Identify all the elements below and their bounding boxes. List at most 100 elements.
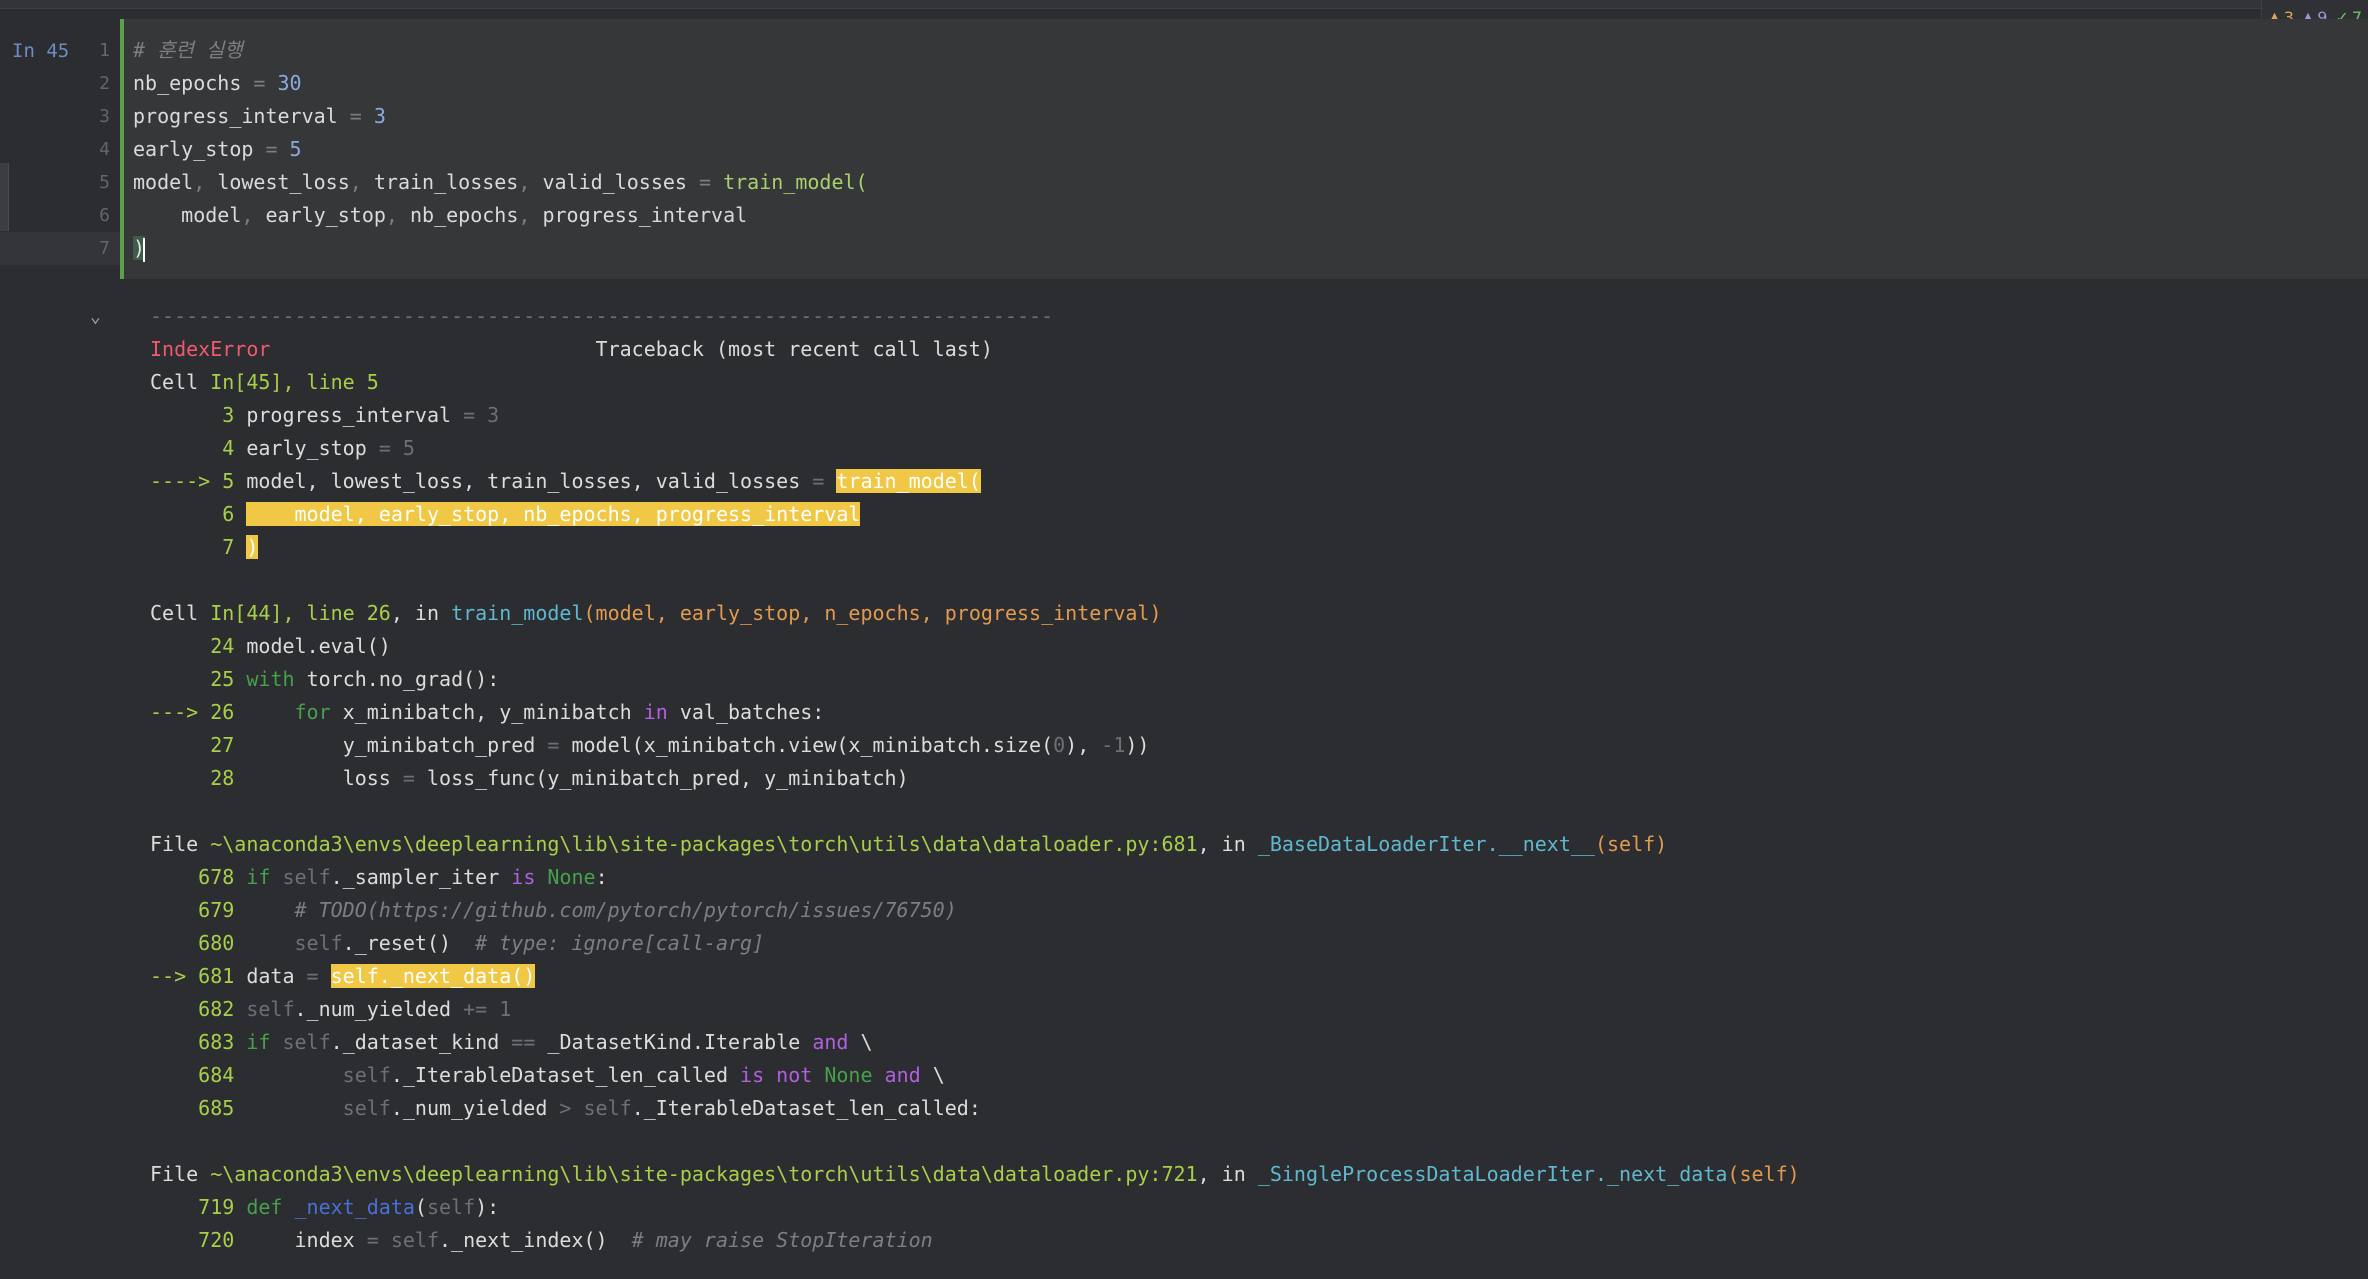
line-no: 685: [198, 1096, 235, 1120]
code: self: [571, 1096, 632, 1120]
arg: early_stop: [265, 203, 386, 227]
number-literal: 30: [277, 71, 302, 95]
code: ._num_yielded: [390, 1096, 560, 1120]
frame-prefix: Cell: [150, 601, 211, 625]
code-line-1[interactable]: # 훈련 실행: [133, 34, 243, 67]
line-no: 3: [222, 403, 235, 427]
code: self: [246, 1063, 391, 1087]
keyword: None: [535, 865, 596, 889]
highlighted-code: self._next_data(): [330, 964, 536, 988]
code: ):: [475, 1195, 500, 1219]
code: )): [1125, 733, 1150, 757]
code: _DatasetKind.Iterable: [535, 1030, 813, 1054]
line-no: 720: [198, 1228, 235, 1252]
highlighted-code: train_model(: [836, 469, 981, 493]
code-cell-editor[interactable]: [120, 19, 2368, 279]
highlighted-code: model, early_stop, nb_epochs, progress_i…: [246, 502, 861, 526]
collapse-output-chevron-icon[interactable]: ⌄: [90, 306, 101, 327]
line-no: 24: [210, 634, 235, 658]
line-no: 4: [222, 436, 235, 460]
code-comment: # type: ignore[call-arg]: [475, 931, 765, 955]
frame-location[interactable]: In[44], line 26: [210, 601, 391, 625]
keyword: is not: [740, 1063, 813, 1087]
code: =: [390, 766, 427, 790]
code: self: [246, 1096, 391, 1120]
error-arrow: --> 681: [150, 964, 235, 988]
frame-3-line: 682 self._num_yielded += 1: [150, 993, 511, 1026]
frame-in: , in: [390, 601, 452, 625]
keyword: and: [872, 1063, 921, 1087]
frame-function: _SingleProcessDataLoaderIter._next_data: [1257, 1162, 1728, 1186]
frame-1-line: 4 early_stop = 5: [150, 432, 415, 465]
code: index: [246, 1228, 355, 1252]
error-arrow: ---> 26: [150, 700, 235, 724]
code-line-4[interactable]: early_stop = 5: [133, 133, 302, 166]
frame-3-line: 678 if self._sampler_iter is None:: [150, 861, 607, 894]
frame-4-header: File ~\anaconda3\envs\deeplearning\lib\s…: [150, 1158, 1800, 1191]
code: =: [354, 1228, 391, 1252]
var-name: nb_epochs: [133, 71, 242, 95]
code: self: [390, 1228, 440, 1252]
code: data: [246, 964, 295, 988]
frame-2-header: Cell In[44], line 26, in train_model(mod…: [150, 597, 1161, 630]
code-comment: # 훈련 실행: [133, 38, 243, 62]
code-line-6[interactable]: model, early_stop, nb_epochs, progress_i…: [133, 199, 747, 232]
code: model(x_minibatch.view(x_minibatch.size(: [571, 733, 1054, 757]
text-cursor: [143, 237, 146, 262]
separator: ,: [518, 170, 543, 194]
code: model, lowest_loss, train_losses, valid_…: [246, 469, 801, 493]
frame-file-path[interactable]: ~\anaconda3\envs\deeplearning\lib\site-p…: [210, 1162, 1197, 1186]
traceback-header: IndexError Traceback (most recent call l…: [150, 333, 993, 366]
code: -1: [1101, 733, 1126, 757]
frame-args: (model, early_stop, n_epochs, progress_i…: [583, 601, 1162, 625]
code: self: [246, 931, 343, 955]
traceback-dashes: ----------------------------------------…: [150, 304, 1054, 328]
code-line-3[interactable]: progress_interval = 3: [133, 100, 386, 133]
function-call: train_model(: [723, 170, 868, 194]
code: ._IterableDataset_len_called:: [631, 1096, 981, 1120]
frame-3-error-line: --> 681 data = self._next_data(): [150, 960, 536, 993]
keyword: def: [246, 1195, 283, 1219]
line-no: 6: [222, 502, 235, 526]
code: =: [535, 733, 572, 757]
code: ._dataset_kind: [330, 1030, 512, 1054]
frame-location[interactable]: In[45], line 5: [210, 370, 379, 394]
code: loss: [246, 766, 391, 790]
highlighted-code: ): [246, 535, 259, 559]
line-number: 5: [99, 172, 110, 193]
var-name: train_losses: [373, 170, 519, 194]
line-no: 28: [210, 766, 235, 790]
code: += 1: [463, 997, 512, 1021]
frame-prefix: Cell: [150, 370, 211, 394]
code: ._IterableDataset_len_called: [390, 1063, 741, 1087]
frame-file-path[interactable]: ~\anaconda3\envs\deeplearning\lib\site-p…: [210, 832, 1197, 856]
code: (: [414, 1195, 427, 1219]
frame-4-line: 720 index = self._next_index() # may rai…: [150, 1224, 933, 1257]
code: = 3: [451, 403, 500, 427]
keyword: is: [511, 865, 536, 889]
frame-2-error-line: ---> 26 for x_minibatch, y_minibatch in …: [150, 696, 824, 729]
editor-top-bar: [0, 0, 2368, 9]
line-no: 719: [198, 1195, 235, 1219]
number-literal: 5: [289, 137, 302, 161]
keyword: in: [643, 700, 668, 724]
number-literal: 3: [373, 104, 386, 128]
keyword: if: [246, 1030, 271, 1054]
frame-1-line: 6 model, early_stop, nb_epochs, progress…: [150, 498, 861, 531]
frame-prefix: File: [150, 832, 211, 856]
frame-1-line: 7 ): [150, 531, 259, 564]
line-number: 3: [99, 106, 110, 127]
frame-3-header: File ~\anaconda3\envs\deeplearning\lib\s…: [150, 828, 1667, 861]
code-line-7[interactable]: ): [133, 232, 146, 265]
separator: ,: [241, 203, 266, 227]
error-name: IndexError: [150, 337, 271, 361]
code: >: [559, 1096, 572, 1120]
frame-3-line: 683 if self._dataset_kind == _DatasetKin…: [150, 1026, 872, 1059]
frame-args: (self): [1727, 1162, 1800, 1186]
code-line-2[interactable]: nb_epochs = 30: [133, 67, 302, 100]
frame-1-line: 3 progress_interval = 3: [150, 399, 499, 432]
code-line-5[interactable]: model, lowest_loss, train_losses, valid_…: [133, 166, 868, 199]
code: loss_func(y_minibatch_pred, y_minibatch): [426, 766, 909, 790]
frame-3-line: 679 # TODO(https://github.com/pytorch/py…: [150, 894, 957, 927]
